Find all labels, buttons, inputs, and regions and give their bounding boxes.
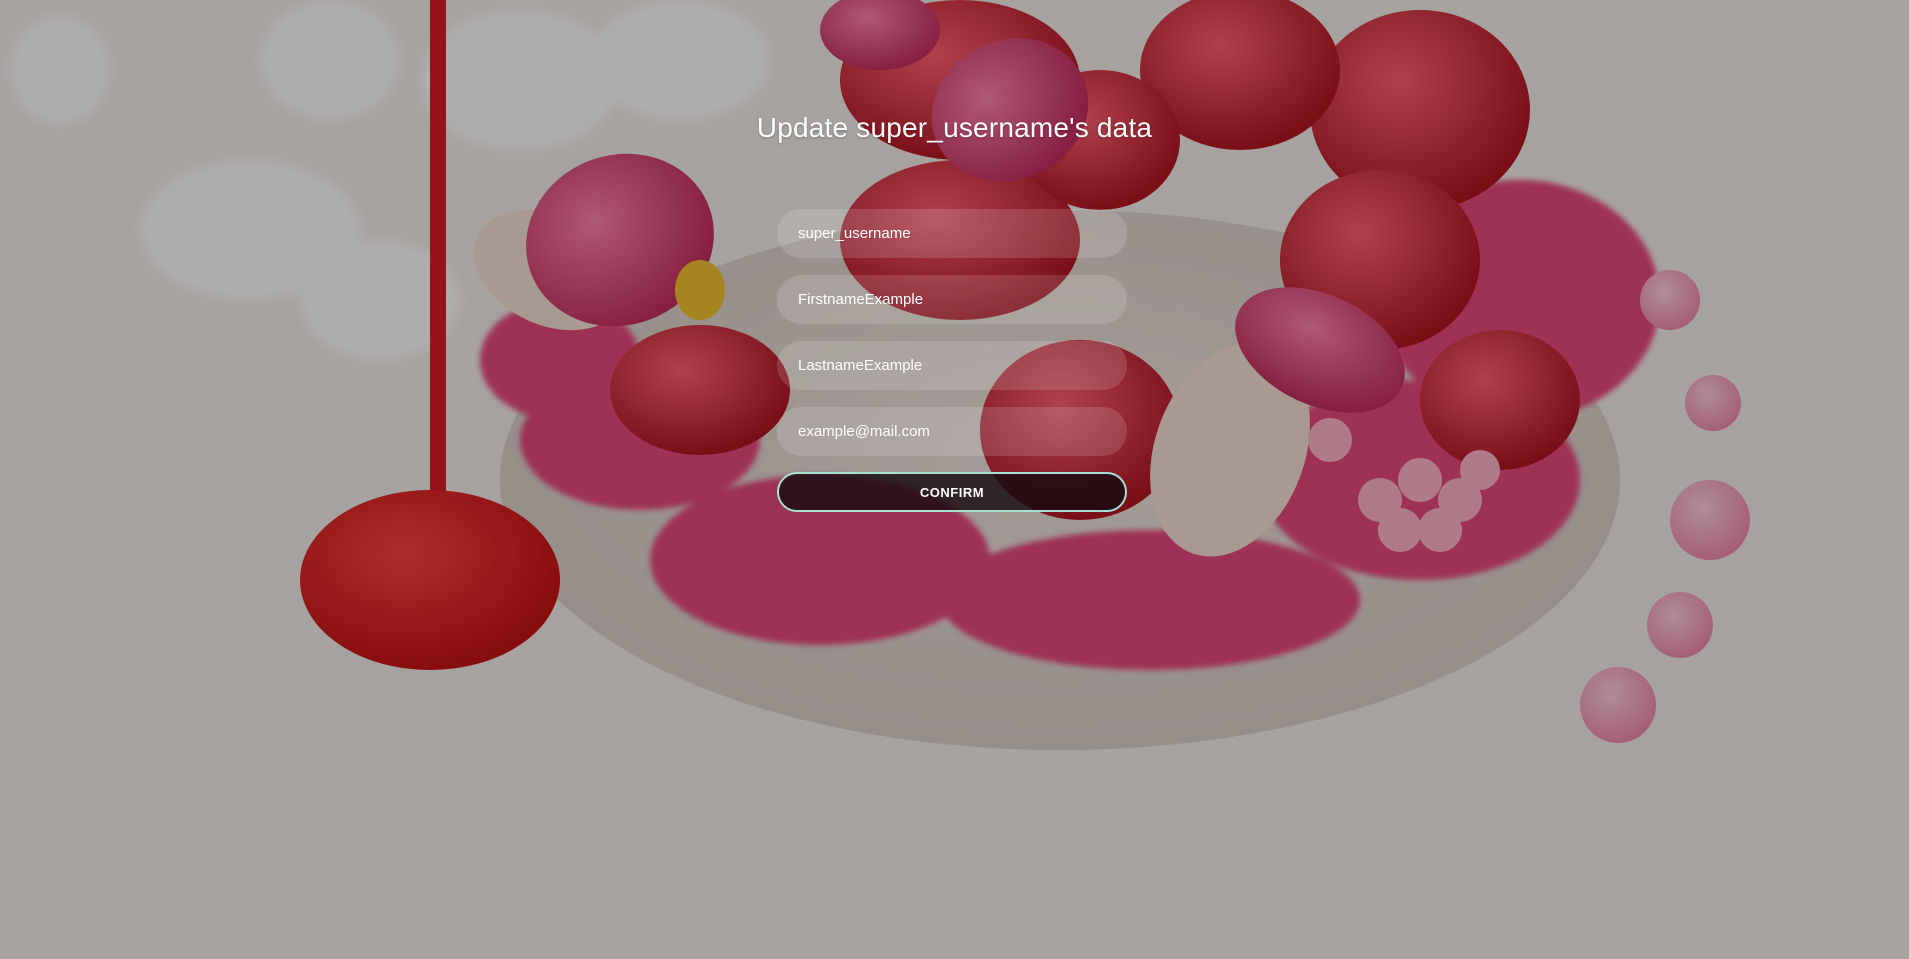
page-title: Update super_username's data bbox=[756, 112, 1153, 143]
update-user-form: Update super_username's data CONFIRM bbox=[0, 0, 1909, 959]
username-field[interactable] bbox=[777, 209, 1127, 258]
email-field[interactable] bbox=[777, 407, 1127, 456]
firstname-field[interactable] bbox=[777, 275, 1127, 324]
page-root: Update super_username's data CONFIRM bbox=[0, 0, 1909, 959]
confirm-button[interactable]: CONFIRM bbox=[777, 472, 1127, 512]
lastname-field[interactable] bbox=[777, 341, 1127, 390]
